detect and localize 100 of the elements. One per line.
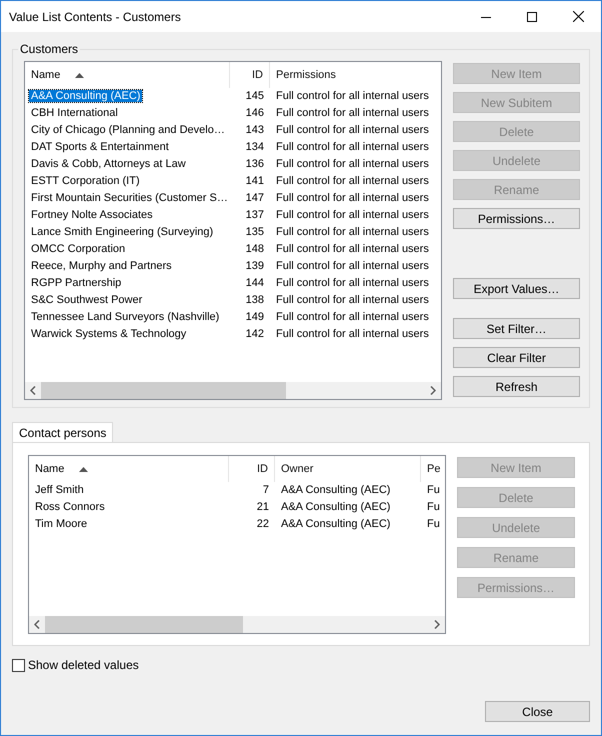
table-cell-text: Fu [426,483,441,498]
table-cell-text: Full control for all internal users [275,276,430,292]
list-row[interactable]: DAT Sports & Entertainment 134 Full control for all internal users [25,139,441,156]
table-cell-text: 138 [244,293,265,308]
table-cell: A&A Consulting (AEC) [29,90,142,102]
list-row[interactable]: ESTT Corporation (IT) 141 Full control for all internal users [25,173,441,190]
close-button[interactable]: Close [485,701,590,722]
list-row[interactable]: OMCC Corporation 148 Full control for all internal users [25,241,441,258]
action-button[interactable]: Set Filter… [453,318,580,339]
table-cell-text: Full control for all internal users [275,191,430,206]
table-cell-text: Full control for all internal users [275,327,430,342]
table-cell-text: ESTT Corporation (IT) [30,175,141,188]
list-row[interactable]: RGPP Partnership 144 Full control for all internal users [25,275,441,292]
column-header[interactable]: ID [252,66,263,84]
column-header[interactable]: Owner [281,460,314,478]
list-row[interactable]: Tennessee Land Surveyors (Nashville) 149 Full control for all internal users [25,309,441,326]
table-cell-text: Reece, Murphy and Partners [30,260,173,272]
table-cell-text: City of Chicago (Planning and Develo… [30,124,226,136]
horizontal-scrollbar[interactable] [29,616,445,633]
column-header[interactable]: Permissions [276,66,336,84]
list-row[interactable]: First Mountain Securities (Customer S… 147 Full control for all internal users [25,190,441,207]
table-cell-text: S&C Southwest Power [30,294,144,306]
scroll-right-icon[interactable] [434,620,440,629]
list-row[interactable]: A&A Consulting (AEC) 145 Full control for all internal users [25,88,441,105]
table-cell-text: 143 [244,123,265,138]
table-cell-text: DAT Sports & Entertainment [30,141,170,154]
table-cell-text: 137 [244,208,265,224]
table-cell-text: Fortney Nolte Associates [30,209,154,222]
action-button[interactable]: Permissions… [453,208,580,229]
table-cell-text: 21 [256,500,270,516]
table-cell-text: Warwick Systems & Technology [30,328,188,340]
sort-ascending-icon [75,72,84,78]
scrollbar-thumb[interactable] [41,382,286,399]
scrollbar-thumb[interactable] [45,616,243,633]
table-cell-text: Ross Connors [34,500,106,516]
table-cell-text: CBH International [30,107,119,120]
action-button[interactable]: Export Values… [453,278,580,299]
table-cell-text: 136 [244,157,265,172]
group-label: Customers [18,42,80,56]
list-row[interactable]: Reece, Murphy and Partners 139 Full control for all internal users [25,258,441,275]
table-cell-text: 148 [244,242,265,258]
table-cell-text: Full control for all internal users [275,174,430,190]
contacts-list[interactable]: Name ID Owner Pe Jeff Smith 7 A&A Consulting (AEC) Fu Ross Connors 21 A&A Consulting (AEC) Fu Tim Moore 22 A&A Consulting (AEC) Fu [28,455,446,634]
table-cell-text: Fu [426,500,441,516]
table-cell-text: Full control for all internal users [275,225,430,240]
table-cell-text: 146 [244,106,265,122]
show-deleted-checkbox[interactable] [12,658,25,672]
column-header[interactable]: Name [35,460,64,478]
table-cell-text: Jeff Smith [34,483,85,498]
table-cell-text: 147 [244,191,265,206]
close-icon[interactable] [572,11,584,22]
table-cell-text: Full control for all internal users [275,310,430,326]
maximize-icon[interactable] [527,12,537,22]
list-row[interactable]: City of Chicago (Planning and Develo… 143 Full control for all internal users [25,122,441,139]
table-cell-text: 144 [244,276,265,292]
table-cell-text: 7 [262,483,270,498]
table-cell-text: OMCC Corporation [30,243,126,256]
column-header[interactable]: Name [31,66,60,84]
horizontal-scrollbar[interactable] [25,382,441,399]
table-cell-text: Full control for all internal users [275,242,430,258]
contact-persons-tab[interactable]: Contact persons [12,422,114,442]
table-cell-text: Tennessee Land Surveyors (Nashville) [30,311,220,324]
table-cell-text: Lance Smith Engineering (Surveying) [30,226,214,238]
action-button[interactable]: Refresh [453,376,580,397]
customers-list[interactable] [24,61,442,400]
table-cell-text: 134 [244,140,265,156]
table-cell-text: Full control for all internal users [275,140,430,156]
table-cell-text: Full control for all internal users [275,208,430,224]
column-header[interactable]: Pe [427,460,440,478]
table-cell-text: 135 [244,225,265,240]
table-cell-text: 145 [244,89,265,104]
table-cell-text: 139 [244,259,265,274]
table-cell-text: Full control for all internal users [275,106,430,122]
sort-ascending-icon [79,466,88,472]
table-cell-text: A&A Consulting (AEC) [280,517,392,532]
list-row[interactable]: Davis & Cobb, Attorneys at Law 136 Full control for all internal users [25,156,441,173]
table-cell-text: Tim Moore [34,517,88,532]
table-cell-text: 22 [256,517,270,532]
table-cell-text: Full control for all internal users [275,157,430,172]
table-cell-text: 141 [244,174,265,190]
table-cell-text: A&A Consulting (AEC) [280,483,392,498]
table-cell-text: A&A Consulting (AEC) [280,500,392,516]
table-cell-text: Fu [426,517,441,532]
list-row[interactable]: Fortney Nolte Associates 137 Full control for all internal users [25,207,441,224]
action-button[interactable]: Clear Filter [453,347,580,368]
list-row[interactable]: Warwick Systems & Technology 142 Full control for all internal users [25,326,441,343]
table-cell-text: Full control for all internal users [275,259,430,274]
scroll-right-icon[interactable] [430,386,436,395]
list-row[interactable]: CBH International 146 Full control for all internal users [25,105,441,122]
column-header[interactable]: ID [257,460,268,478]
table-cell-text: Full control for all internal users [275,293,430,308]
scroll-left-icon[interactable] [34,620,40,629]
table-cell-text: Full control for all internal users [275,123,430,138]
table-cell-text: RGPP Partnership [30,277,122,290]
table-cell-text: 149 [244,310,265,326]
scroll-left-icon[interactable] [30,386,36,395]
list-row[interactable]: Lance Smith Engineering (Surveying) 135 Full control for all internal users [25,224,441,241]
list-row[interactable]: S&C Southwest Power 138 Full control for all internal users [25,292,441,309]
show-deleted-label[interactable]: Show deleted values [28,656,139,674]
table-cell-text: Davis & Cobb, Attorneys at Law [30,158,187,170]
